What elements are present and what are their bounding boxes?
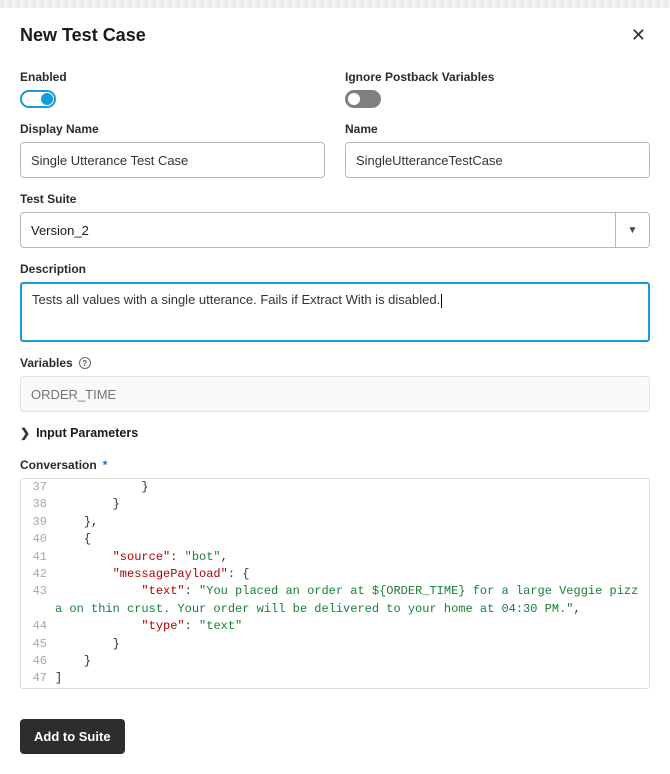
variables-input[interactable] <box>20 376 650 412</box>
code-content: "type": "text" <box>55 618 649 635</box>
page-title: New Test Case <box>20 25 146 46</box>
code-content: }, <box>55 514 649 531</box>
code-line: 39 }, <box>21 514 649 531</box>
code-line: 43 "text": "You placed an order at ${ORD… <box>21 583 649 618</box>
code-line: 45 } <box>21 636 649 653</box>
code-line: 44 "type": "text" <box>21 618 649 635</box>
add-to-suite-button[interactable]: Add to Suite <box>20 719 125 754</box>
test-suite-value: Version_2 <box>21 213 615 247</box>
code-content: } <box>55 479 649 496</box>
enabled-toggle[interactable] <box>20 90 56 108</box>
code-line: 46 } <box>21 653 649 670</box>
gutter-number: 44 <box>21 618 55 635</box>
test-suite-label: Test Suite <box>20 192 650 206</box>
description-value: Tests all values with a single utterance… <box>32 292 440 307</box>
enabled-label: Enabled <box>20 70 325 84</box>
code-content: } <box>55 653 649 670</box>
input-parameters-label: Input Parameters <box>36 426 138 440</box>
chevron-right-icon: ❯ <box>20 426 30 440</box>
name-label: Name <box>345 122 650 136</box>
code-line: 40 { <box>21 531 649 548</box>
gutter-number: 42 <box>21 566 55 583</box>
gutter-number: 46 <box>21 653 55 670</box>
code-line: 38 } <box>21 496 649 513</box>
code-content: } <box>55 636 649 653</box>
ignore-postback-toggle[interactable] <box>345 90 381 108</box>
code-line: 47] <box>21 670 649 687</box>
code-content: "source": "bot", <box>55 549 649 566</box>
code-line: 42 "messagePayload": { <box>21 566 649 583</box>
code-line: 37 } <box>21 479 649 496</box>
conversation-label: Conversation <box>20 458 97 472</box>
variables-label: Variables <box>20 356 73 370</box>
text-cursor <box>441 294 442 308</box>
gutter-number: 40 <box>21 531 55 548</box>
close-icon[interactable]: ✕ <box>627 22 650 48</box>
required-star: * <box>103 458 108 472</box>
code-content: } <box>55 496 649 513</box>
display-name-label: Display Name <box>20 122 325 136</box>
gutter-number: 41 <box>21 549 55 566</box>
code-content: "text": "You placed an order at ${ORDER_… <box>55 583 649 618</box>
gutter-number: 38 <box>21 496 55 513</box>
gutter-number: 43 <box>21 583 55 600</box>
gutter-number: 37 <box>21 479 55 496</box>
top-strip <box>0 0 670 8</box>
code-content: ] <box>55 670 649 687</box>
chevron-down-icon[interactable]: ▼ <box>615 213 649 247</box>
name-input[interactable] <box>345 142 650 178</box>
gutter-number: 47 <box>21 670 55 687</box>
gutter-number: 39 <box>21 514 55 531</box>
description-textarea[interactable]: Tests all values with a single utterance… <box>20 282 650 342</box>
conversation-editor[interactable]: 37 }38 }39 },40 {41 "source": "bot",42 "… <box>20 478 650 689</box>
code-content: { <box>55 531 649 548</box>
code-content: "messagePayload": { <box>55 566 649 583</box>
ignore-postback-label: Ignore Postback Variables <box>345 70 650 84</box>
description-label: Description <box>20 262 650 276</box>
display-name-input[interactable] <box>20 142 325 178</box>
gutter-number: 45 <box>21 636 55 653</box>
help-icon[interactable]: ? <box>79 357 91 369</box>
code-line: 41 "source": "bot", <box>21 549 649 566</box>
test-suite-select[interactable]: Version_2 ▼ <box>20 212 650 248</box>
input-parameters-expander[interactable]: ❯ Input Parameters <box>20 426 650 440</box>
